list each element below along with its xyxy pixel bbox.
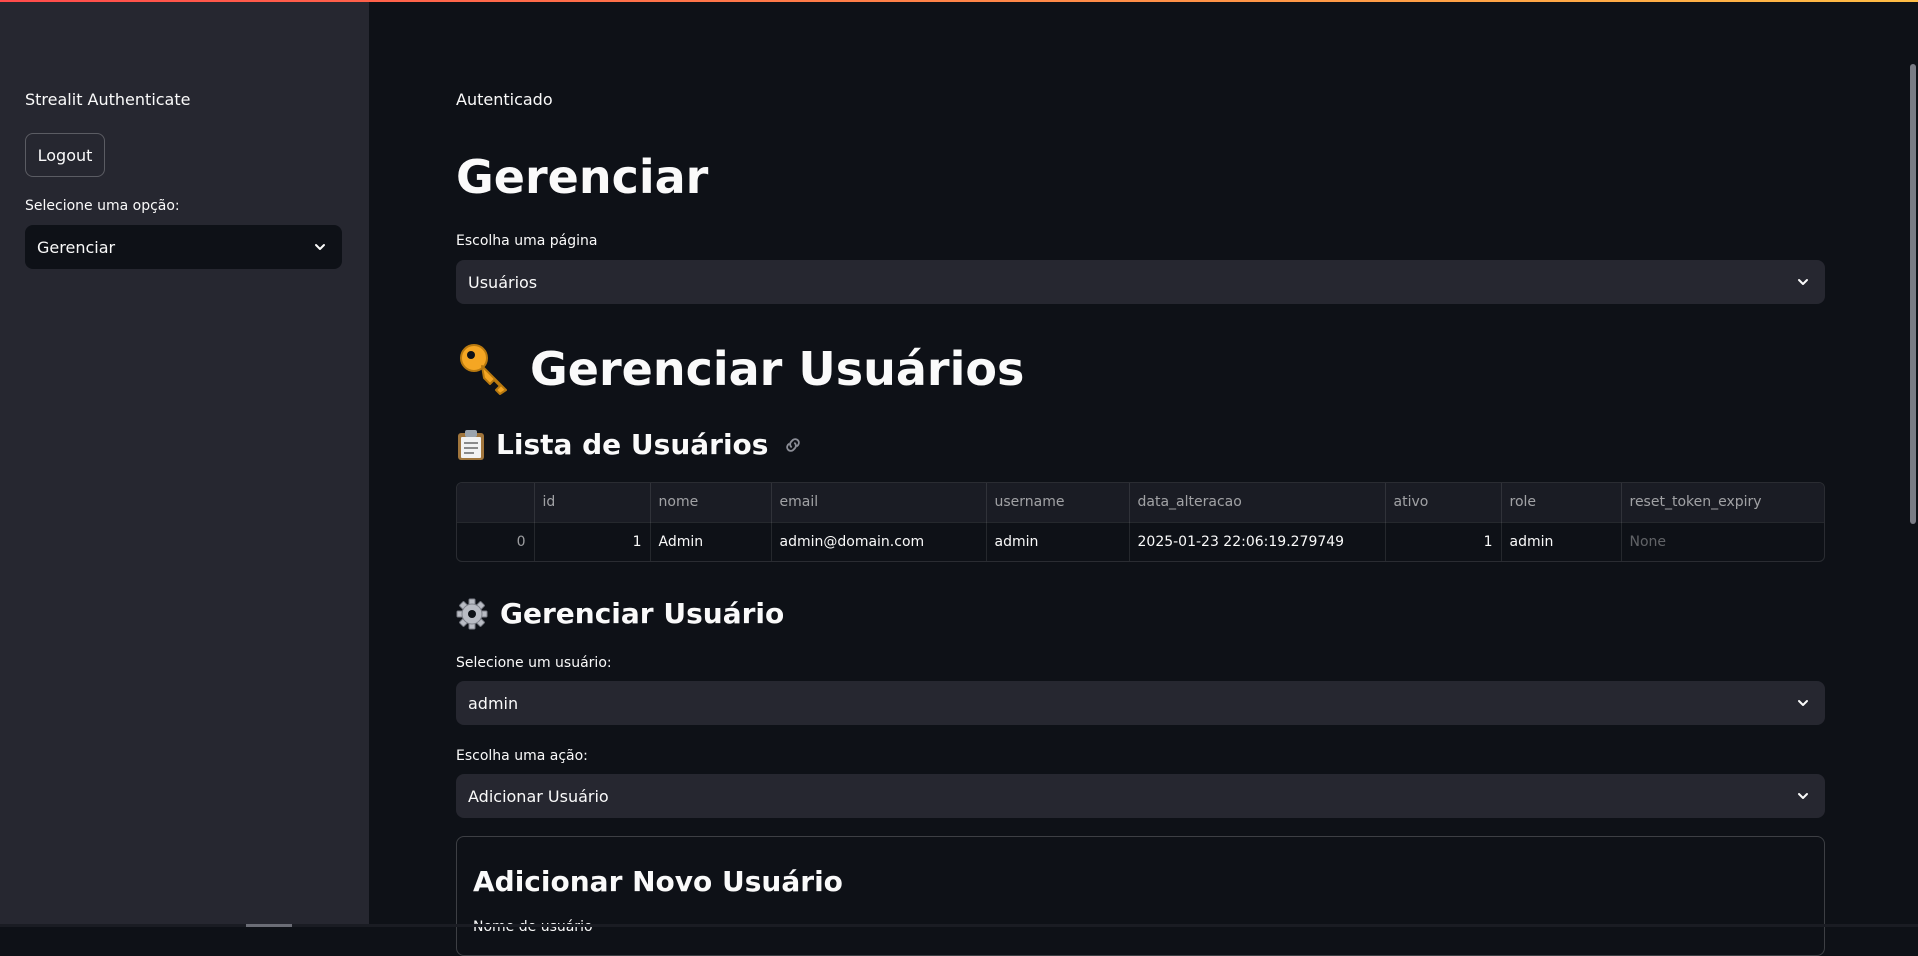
manage-title: Gerenciar Usuário bbox=[500, 597, 785, 630]
action-select-value: Adicionar Usuário bbox=[468, 786, 609, 806]
table-cell[interactable]: 1 bbox=[534, 522, 651, 561]
scrollbar-thumb[interactable] bbox=[1910, 64, 1916, 524]
column-header[interactable]: role bbox=[1501, 483, 1622, 523]
page-select[interactable]: Usuários bbox=[456, 260, 1825, 304]
users-table[interactable]: id nome email username data_alteracao at… bbox=[456, 482, 1825, 562]
section-title: Gerenciar Usuários bbox=[530, 342, 1025, 396]
sidebar: Strealit Authenticate Logout Selecione u… bbox=[0, 0, 369, 927]
column-header[interactable]: ativo bbox=[1385, 483, 1502, 523]
column-header[interactable]: id bbox=[534, 483, 651, 523]
key-icon bbox=[460, 344, 507, 395]
manage-heading: Gerenciar Usuário bbox=[456, 597, 784, 630]
table-header-row: id nome email username data_alteracao at… bbox=[457, 483, 1824, 523]
chevron-down-icon bbox=[1798, 279, 1808, 285]
column-header[interactable]: email bbox=[771, 483, 987, 523]
logout-button[interactable]: Logout bbox=[25, 133, 105, 177]
top-decoration-bar bbox=[0, 0, 1918, 2]
column-header[interactable]: data_alteracao bbox=[1129, 483, 1386, 523]
table-cell[interactable]: None bbox=[1621, 522, 1824, 561]
page-title: Gerenciar bbox=[456, 150, 709, 204]
table-cell[interactable]: admin bbox=[1501, 522, 1622, 561]
auth-status-text: Autenticado bbox=[456, 90, 553, 109]
clipboard-icon bbox=[458, 429, 484, 460]
chevron-down-icon bbox=[315, 244, 325, 250]
page-select-label: Escolha uma página bbox=[456, 233, 598, 249]
section-heading: Gerenciar Usuários bbox=[456, 340, 1024, 398]
user-select-value: admin bbox=[468, 693, 519, 713]
action-select-label: Escolha uma ação: bbox=[456, 748, 588, 764]
sidebar-option-select-value: Gerenciar bbox=[37, 237, 116, 257]
form-field-label: Nome de usuário bbox=[473, 919, 593, 935]
column-header[interactable] bbox=[457, 483, 535, 523]
table-cell[interactable]: 0 bbox=[457, 522, 535, 561]
table-cell[interactable]: 2025-01-23 22:06:19.279749 bbox=[1129, 522, 1386, 561]
column-header[interactable]: username bbox=[986, 483, 1130, 523]
table-cell[interactable]: admin@domain.com bbox=[771, 522, 987, 561]
add-user-form: Adicionar Novo Usuário Nome de usuário bbox=[456, 836, 1825, 956]
user-select-label: Selecione um usuário: bbox=[456, 655, 612, 671]
page-select-value: Usuários bbox=[468, 272, 538, 292]
gear-icon bbox=[456, 598, 488, 629]
anchor-link-icon[interactable] bbox=[782, 434, 804, 456]
list-title: Lista de Usuários bbox=[496, 428, 769, 461]
table-cell[interactable]: Admin bbox=[650, 522, 772, 561]
action-select[interactable]: Adicionar Usuário bbox=[456, 774, 1825, 818]
sidebar-title: Strealit Authenticate bbox=[25, 90, 191, 109]
table-row: 0 1 Admin admin@domain.com admin 2025-01… bbox=[457, 522, 1824, 561]
chevron-down-icon bbox=[1798, 793, 1808, 799]
column-header[interactable]: reset_token_expiry bbox=[1621, 483, 1824, 523]
sidebar-select-label: Selecione uma opção: bbox=[25, 198, 180, 214]
user-select[interactable]: admin bbox=[456, 681, 1825, 725]
sidebar-option-select[interactable]: Gerenciar bbox=[25, 225, 342, 269]
column-header[interactable]: nome bbox=[650, 483, 772, 523]
table-cell[interactable]: admin bbox=[986, 522, 1130, 561]
form-title: Adicionar Novo Usuário bbox=[473, 865, 843, 898]
list-heading: Lista de Usuários bbox=[456, 428, 804, 461]
chevron-down-icon bbox=[1798, 700, 1808, 706]
table-cell[interactable]: 1 bbox=[1385, 522, 1502, 561]
